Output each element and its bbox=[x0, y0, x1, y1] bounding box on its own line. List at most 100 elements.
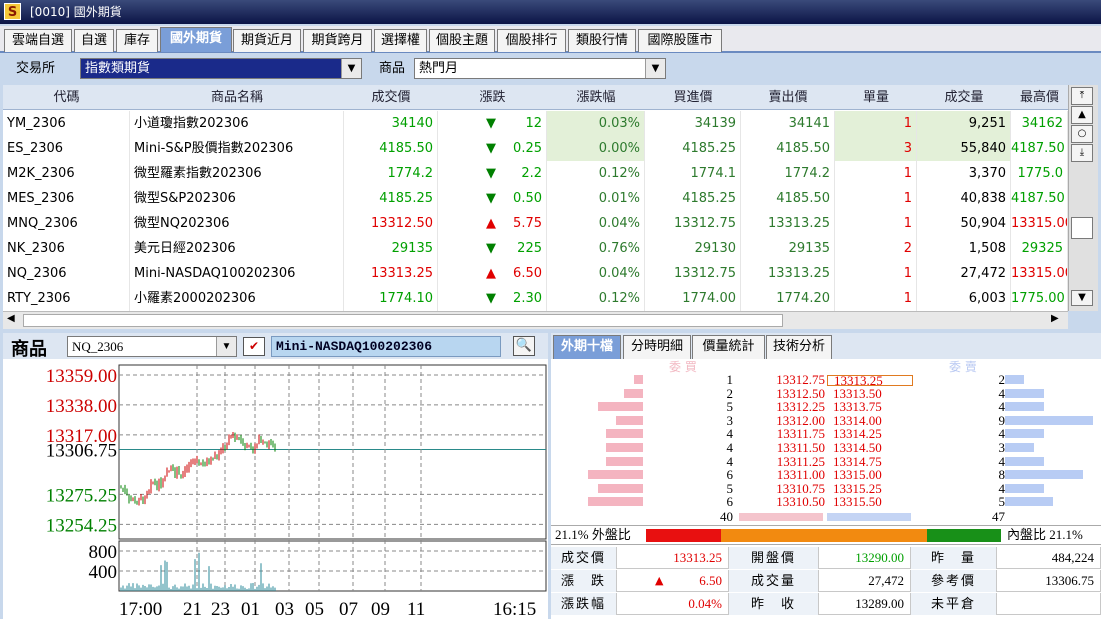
scroll-right-icon[interactable]: ▶ bbox=[1051, 313, 1059, 324]
time-tick-label: 21 bbox=[183, 599, 202, 619]
ask-depth-bar bbox=[1005, 429, 1044, 439]
ask-price[interactable]: 13314.00 bbox=[827, 414, 913, 427]
tab-0[interactable]: 雲端自選 bbox=[4, 29, 72, 52]
table-row[interactable]: ES_2306 Mini-S&P股價指數202306 4185.50 ▼ 0.25 0.0… bbox=[3, 136, 1068, 161]
quote-summary: 成交價 13313.25 開盤價 13290.00 昨 量 484,224 漲 跌 6.50 成… bbox=[551, 547, 1101, 617]
column-header-name[interactable]: 商品名稱 bbox=[130, 85, 344, 110]
ask-total: 47 bbox=[992, 509, 1005, 524]
chevron-down-icon[interactable]: ▼ bbox=[216, 337, 236, 356]
scroll-bottom-icon[interactable]: ⤓ bbox=[1071, 144, 1093, 162]
ask-price[interactable]: 13313.75 bbox=[827, 400, 913, 413]
table-row[interactable]: MES_2306 微型S&P202306 4185.25 ▼ 0.50 0.01% 4185… bbox=[3, 186, 1068, 211]
bid-price[interactable]: 13310.50 bbox=[763, 495, 825, 508]
table-row[interactable]: RTY_2306 小羅素2000202306 1774.10 ▼ 2.30 0.12% 17… bbox=[3, 286, 1068, 311]
ask-price[interactable]: 13315.00 bbox=[827, 468, 913, 481]
bid-price[interactable]: 13311.25 bbox=[763, 455, 825, 468]
cell-volume: 40,838 bbox=[917, 186, 1011, 211]
ask-price[interactable]: 13314.25 bbox=[827, 427, 913, 440]
column-header-pct[interactable]: 漲跌幅 bbox=[547, 85, 645, 110]
cell-change: ▲ 6.50 bbox=[438, 261, 547, 286]
ask-price[interactable]: 13313.25 bbox=[827, 374, 913, 387]
table-row[interactable]: NQ_2306 Mini-NASDAQ100202306 13313.25 ▲ 6.50… bbox=[3, 261, 1068, 286]
summary-text: 成交量 bbox=[750, 573, 796, 588]
chevron-down-icon[interactable]: ▼ bbox=[645, 59, 665, 78]
summary-text: 昨 收 bbox=[750, 596, 796, 611]
horizontal-scrollbar[interactable]: ◀ ▶ bbox=[3, 311, 1068, 329]
column-header-code[interactable]: 代碼 bbox=[3, 85, 130, 110]
column-header-price[interactable]: 成交價 bbox=[344, 85, 438, 110]
time-tick-label: 11 bbox=[407, 599, 425, 619]
cell-bid: 13312.75 bbox=[645, 261, 741, 286]
cell-lot: 2 bbox=[835, 236, 917, 261]
column-header-bid[interactable]: 買進價 bbox=[645, 85, 741, 110]
chart-product-select[interactable]: NQ_2306 ▼ bbox=[67, 336, 237, 357]
time-tick-label: 03 bbox=[275, 599, 294, 619]
tab-5[interactable]: 期貨跨月 bbox=[303, 29, 372, 52]
chevron-down-icon[interactable]: ▼ bbox=[341, 59, 361, 78]
time-tick-label: 01 bbox=[241, 599, 260, 619]
bid-price[interactable]: 13311.75 bbox=[763, 427, 825, 440]
exchange-select[interactable]: 指數類期貨 ▼ bbox=[80, 58, 362, 79]
table-row[interactable]: NK_2306 美元日經202306 29135 ▼ 225 0.76% 29130 2913… bbox=[3, 236, 1068, 261]
table-row[interactable]: M2K_2306 微型羅素指數202306 1774.2 ▼ 2.2 0.12% 1774.… bbox=[3, 161, 1068, 186]
tab-7[interactable]: 個股主題 bbox=[429, 29, 495, 52]
column-header-change[interactable]: 漲跌 bbox=[438, 85, 547, 110]
hscroll-thumb[interactable] bbox=[23, 314, 783, 327]
quote-tab-3[interactable]: 技術分析 bbox=[766, 335, 832, 359]
tab-3[interactable]: 國外期貨 bbox=[160, 27, 232, 52]
scroll-thumb[interactable] bbox=[1071, 217, 1093, 239]
cell-lot: 3 bbox=[835, 136, 917, 161]
summary-v2: 27,472 bbox=[819, 570, 911, 592]
bid-header: 委 買 bbox=[669, 360, 697, 374]
tab-2[interactable]: 庫存 bbox=[116, 29, 158, 52]
column-header-high[interactable]: 最高價 bbox=[1011, 85, 1068, 110]
summary-l2: 昨 收 bbox=[729, 593, 819, 615]
bid-price[interactable]: 13312.00 bbox=[763, 414, 825, 427]
ask-price[interactable]: 13315.25 bbox=[827, 482, 913, 495]
scroll-up-icon[interactable]: ▲ bbox=[1071, 106, 1093, 124]
time-tick-label: 17:00 bbox=[119, 599, 162, 619]
tab-1[interactable]: 自選 bbox=[74, 29, 114, 52]
column-header-ask[interactable]: 賣出價 bbox=[741, 85, 835, 110]
scroll-left-icon[interactable]: ◀ bbox=[7, 313, 15, 324]
quote-tab-1[interactable]: 分時明細 bbox=[623, 335, 691, 359]
bid-price[interactable]: 13312.75 bbox=[763, 373, 825, 386]
ask-price[interactable]: 13314.75 bbox=[827, 455, 913, 468]
search-icon[interactable]: 🔍 bbox=[513, 336, 535, 356]
tab-4[interactable]: 期貨近月 bbox=[233, 29, 301, 52]
bid-price[interactable]: 13311.50 bbox=[763, 441, 825, 454]
quote-tab-0[interactable]: 外期十檔 bbox=[553, 335, 621, 359]
bid-price[interactable]: 13310.75 bbox=[763, 482, 825, 495]
bid-price[interactable]: 13312.50 bbox=[763, 387, 825, 400]
quote-tab-2[interactable]: 價量統計 bbox=[692, 335, 765, 359]
cell-change: ▼ 225 bbox=[438, 236, 547, 261]
scroll-down-icon[interactable]: ▼ bbox=[1071, 290, 1093, 306]
column-header-lot[interactable]: 單量 bbox=[835, 85, 917, 110]
summary-v1: 6.50 bbox=[617, 570, 729, 592]
scroll-top-icon[interactable]: ⤒ bbox=[1071, 87, 1093, 105]
column-header-volume[interactable]: 成交量 bbox=[917, 85, 1011, 110]
product-select[interactable]: 熱門月 ▼ bbox=[414, 58, 666, 79]
tab-8[interactable]: 個股排行 bbox=[497, 29, 566, 52]
ask-price[interactable]: 13314.50 bbox=[827, 441, 913, 454]
tab-9[interactable]: 類股行情 bbox=[568, 29, 636, 52]
chart-settings-icon[interactable]: ✔ bbox=[243, 337, 265, 356]
bid-price[interactable]: 13311.00 bbox=[763, 468, 825, 481]
tab-6[interactable]: 選擇權 bbox=[374, 29, 427, 52]
table-row[interactable]: MNQ_2306 微型NQ202306 13312.50 ▲ 5.75 0.04% 1331… bbox=[3, 211, 1068, 236]
vertical-scrollbar[interactable]: ⤒ ▲ ○ ⤓ ▼ bbox=[1068, 85, 1098, 311]
inner-ratio: 內盤比 21.1% bbox=[1007, 527, 1083, 542]
tab-10[interactable]: 國際股匯市 bbox=[638, 29, 722, 52]
down-arrow-icon: ▼ bbox=[486, 116, 496, 131]
bid-price[interactable]: 13312.25 bbox=[763, 400, 825, 413]
table-row[interactable]: YM_2306 小道瓊指數202306 34140 ▼ 12 0.03% 34139 3414… bbox=[3, 111, 1068, 136]
ask-price[interactable]: 13315.50 bbox=[827, 495, 913, 508]
ask-price[interactable]: 13313.50 bbox=[827, 387, 913, 400]
change-value: 0.25 bbox=[513, 141, 542, 156]
cell-code: MES_2306 bbox=[3, 186, 130, 211]
cell-price: 13312.50 bbox=[344, 211, 438, 236]
cell-ask: 13313.25 bbox=[741, 211, 835, 236]
cell-high: 4187.50 bbox=[1011, 186, 1068, 211]
scroll-center-icon[interactable]: ○ bbox=[1071, 125, 1093, 143]
bid-qty: 2 bbox=[726, 385, 734, 401]
